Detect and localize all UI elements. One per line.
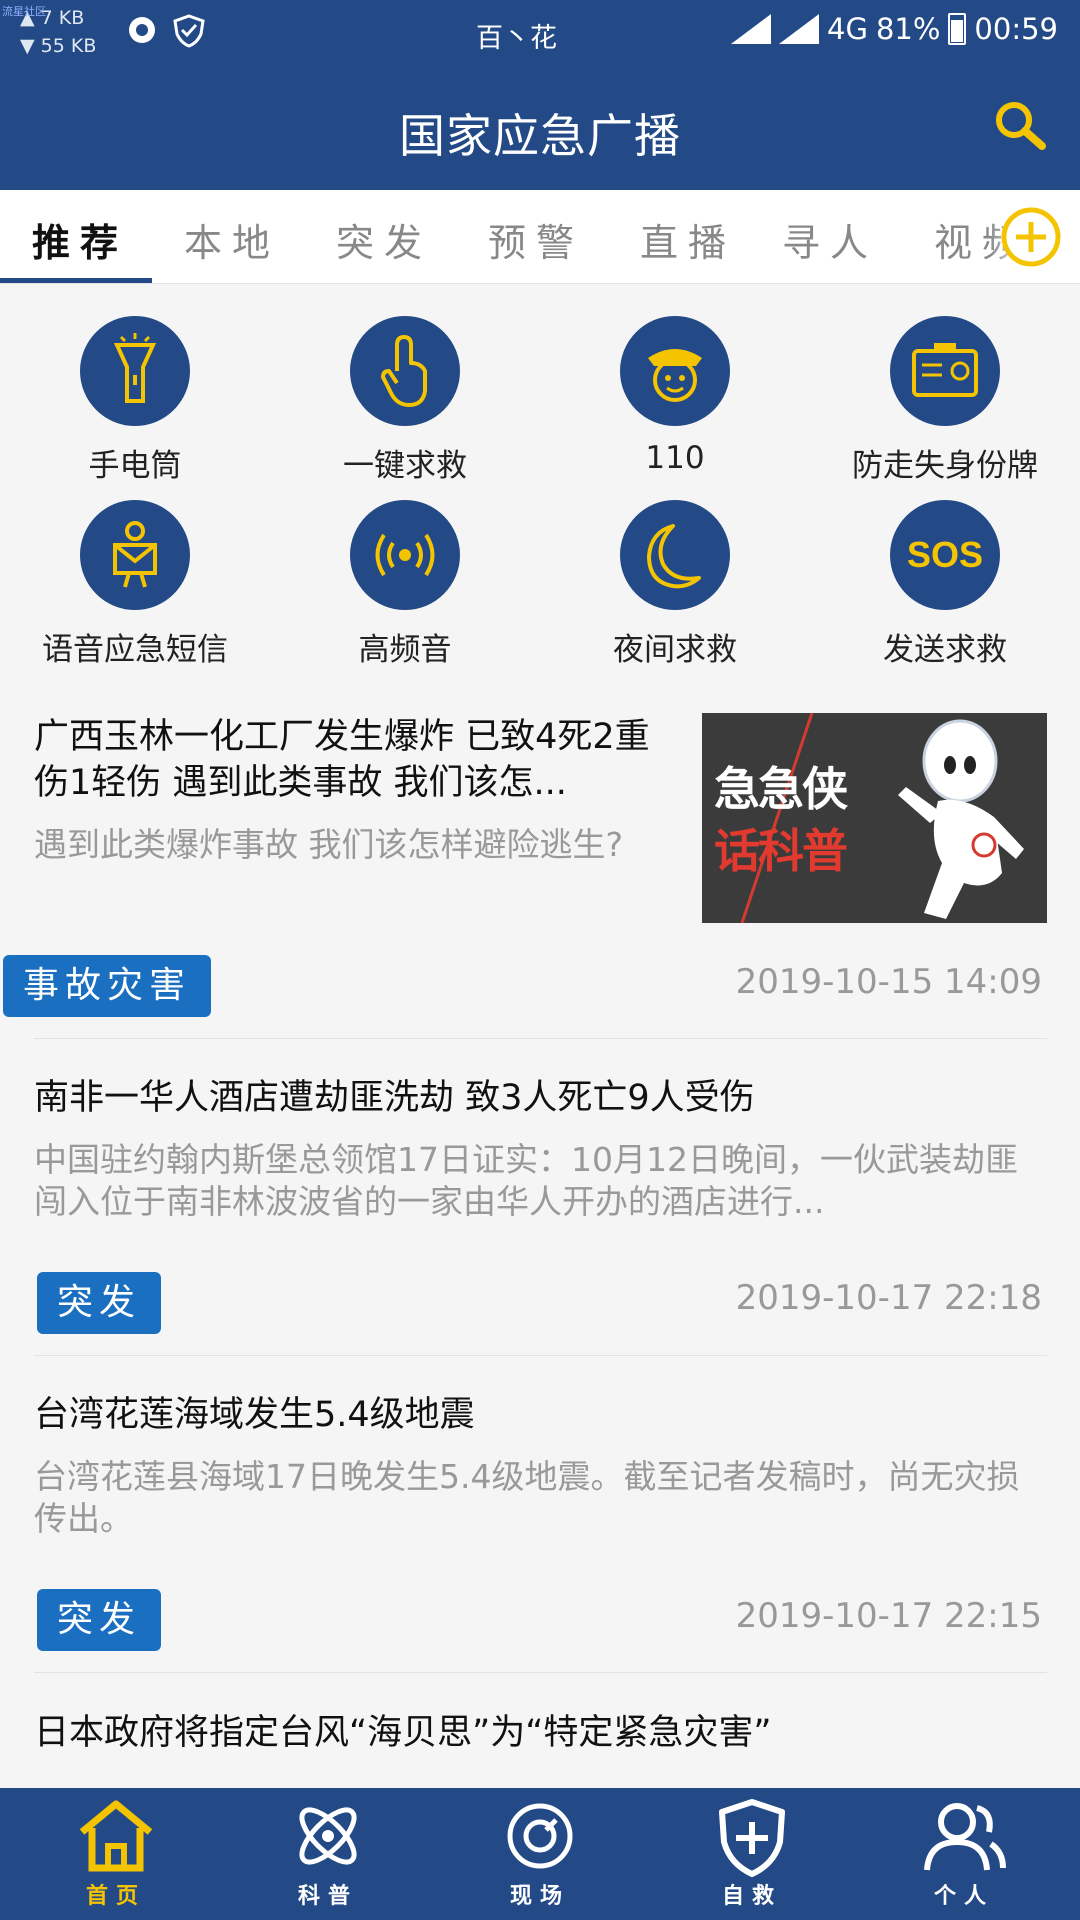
watermark-text: 流星社区 — [2, 5, 46, 18]
search-icon[interactable] — [990, 96, 1050, 156]
network-type: 4G — [827, 12, 868, 46]
thumbnail-text-bottom: 话科普 — [714, 824, 848, 878]
tab-recommend[interactable]: 推荐 — [32, 212, 128, 267]
tab-missing-person[interactable]: 寻人 — [782, 212, 878, 267]
shield-check-icon — [173, 14, 205, 48]
atom-icon — [299, 1807, 357, 1865]
divider — [34, 1672, 1047, 1673]
add-channel-icon[interactable] — [1000, 206, 1062, 268]
download-speed: 55 KB — [40, 35, 97, 57]
tool-110[interactable]: 110 — [540, 316, 810, 476]
tool-one-key-sos[interactable]: 一键求救 — [270, 316, 540, 485]
category-tag[interactable]: 突发 — [37, 1589, 162, 1651]
nav-self-rescue-label: 自救 — [721, 1884, 782, 1909]
news-title: 日本政府将指定台风“海贝思”为“特定紧急灾害” — [34, 1713, 772, 1753]
news-summary: 台湾花莲县海域17日晚发生5.4级地震。截至记者发稿时，尚无灾损传出。 — [34, 1457, 1020, 1538]
scene-icon — [507, 1803, 573, 1869]
quick-tools: 手电筒 一键求救 110 防走失身份牌 语音应急短信 高频音 夜间求救 SOS … — [0, 284, 1080, 674]
status-bar: 流星社区 ▲ 7 KB ▼ 55 KB 百丶花 4G 81% 00:59 — [0, 0, 1080, 66]
voice-sms-icon — [113, 521, 157, 588]
news-item[interactable]: 台湾花莲海域发生5.4级地震 台湾花莲县海域17日晚发生5.4级地震。截至记者发… — [34, 1392, 1047, 1540]
moon-icon — [647, 524, 701, 589]
divider — [34, 1355, 1047, 1356]
tool-night-sos[interactable]: 夜间求救 — [540, 500, 810, 669]
tap-finger-icon — [381, 335, 427, 407]
signal-icon — [731, 14, 772, 44]
upload-speed: 7 KB — [40, 7, 85, 29]
tool-flashlight[interactable]: 手电筒 — [0, 316, 270, 485]
tab-warning[interactable]: 预警 — [488, 212, 584, 267]
divider — [34, 1038, 1047, 1039]
record-icon — [129, 17, 155, 43]
nav-home[interactable]: 首页 — [8, 1798, 224, 1910]
news-time: 2019-10-15 14:09 — [735, 962, 1042, 1002]
battery-percent: 81% — [875, 12, 941, 46]
news-time: 2019-10-17 22:18 — [735, 1278, 1042, 1318]
news-summary: 遇到此类爆炸事故 我们该怎样避险逃生? — [34, 825, 624, 864]
sos-icon: SOS — [906, 534, 984, 575]
nav-science-label: 科普 — [297, 1884, 358, 1909]
nav-scene-label: 现场 — [509, 1884, 570, 1909]
tool-anti-lost-id[interactable]: 防走失身份牌 — [810, 316, 1080, 485]
nav-science[interactable]: 科普 — [220, 1798, 436, 1910]
police-icon — [648, 349, 702, 402]
active-tab-indicator — [0, 278, 152, 283]
tool-send-sos[interactable]: SOS 发送求救 — [810, 500, 1080, 669]
category-tabs: 推荐 本地 突发 预警 直播 寻人 视频 — [0, 190, 1080, 284]
news-summary: 中国驻约翰内斯堡总领馆17日证实：10月12日晚间，一伙武装劫匪闯入位于南非林波… — [34, 1140, 1018, 1221]
battery-icon — [948, 13, 967, 45]
tab-local[interactable]: 本地 — [184, 212, 280, 267]
app-header: 国家应急广播 — [0, 66, 1080, 190]
sound-wave-icon — [375, 533, 435, 577]
signal-2-icon — [779, 14, 820, 44]
network-speed: 流星社区 ▲ 7 KB ▼ 55 KB — [2, 4, 97, 60]
tab-live[interactable]: 直播 — [640, 212, 736, 267]
news-title: 南非一华人酒店遭劫匪洗劫 致3人死亡9人受伤 — [34, 1078, 755, 1118]
user-icon — [924, 1803, 1006, 1871]
app-title: 国家应急广播 — [399, 109, 681, 163]
tool-voice-sms[interactable]: 语音应急短信 — [0, 500, 270, 669]
nav-profile-label: 个人 — [933, 1884, 994, 1909]
news-item[interactable]: 广西玉林一化工厂发生爆炸 已致4死2重伤1轻伤 遇到此类事故 我们该怎... 遇… — [34, 714, 674, 866]
category-tag[interactable]: 突发 — [37, 1272, 162, 1334]
nav-profile[interactable]: 个人 — [856, 1798, 1072, 1910]
thumbnail-text-top: 急急侠 — [714, 762, 848, 816]
nav-self-rescue[interactable]: 自救 — [644, 1798, 860, 1910]
news-thumbnail[interactable]: 急急侠 话科普 — [702, 713, 1047, 923]
news-item[interactable]: 南非一华人酒店遭劫匪洗劫 致3人死亡9人受伤 中国驻约翰内斯堡总领馆17日证实：… — [34, 1075, 1047, 1223]
nav-scene[interactable]: 现场 — [432, 1798, 648, 1910]
download-arrow-icon: ▼ — [20, 35, 41, 57]
clock: 00:59 — [974, 12, 1058, 46]
tool-high-frequency-sound[interactable]: 高频音 — [270, 500, 540, 669]
news-item[interactable]: 日本政府将指定台风“海贝思”为“特定紧急灾害” — [34, 1710, 1047, 1756]
bottom-navigation: 首页 科普 现场 自救 个人 — [0, 1788, 1080, 1920]
carrier-name: 百丶花 — [476, 23, 557, 54]
tab-breaking[interactable]: 突发 — [336, 212, 432, 267]
flashlight-icon — [113, 333, 157, 403]
id-card-icon — [912, 343, 978, 397]
news-title: 台湾花莲海域发生5.4级地震 — [34, 1395, 475, 1435]
news-time: 2019-10-17 22:15 — [735, 1596, 1042, 1636]
news-title: 广西玉林一化工厂发生爆炸 已致4死2重伤1轻伤 遇到此类事故 我们该怎... — [34, 717, 650, 803]
category-tag[interactable]: 事故灾害 — [3, 955, 212, 1017]
shield-plus-icon — [719, 1799, 785, 1877]
home-icon — [79, 1800, 153, 1872]
nav-home-label: 首页 — [85, 1884, 146, 1909]
